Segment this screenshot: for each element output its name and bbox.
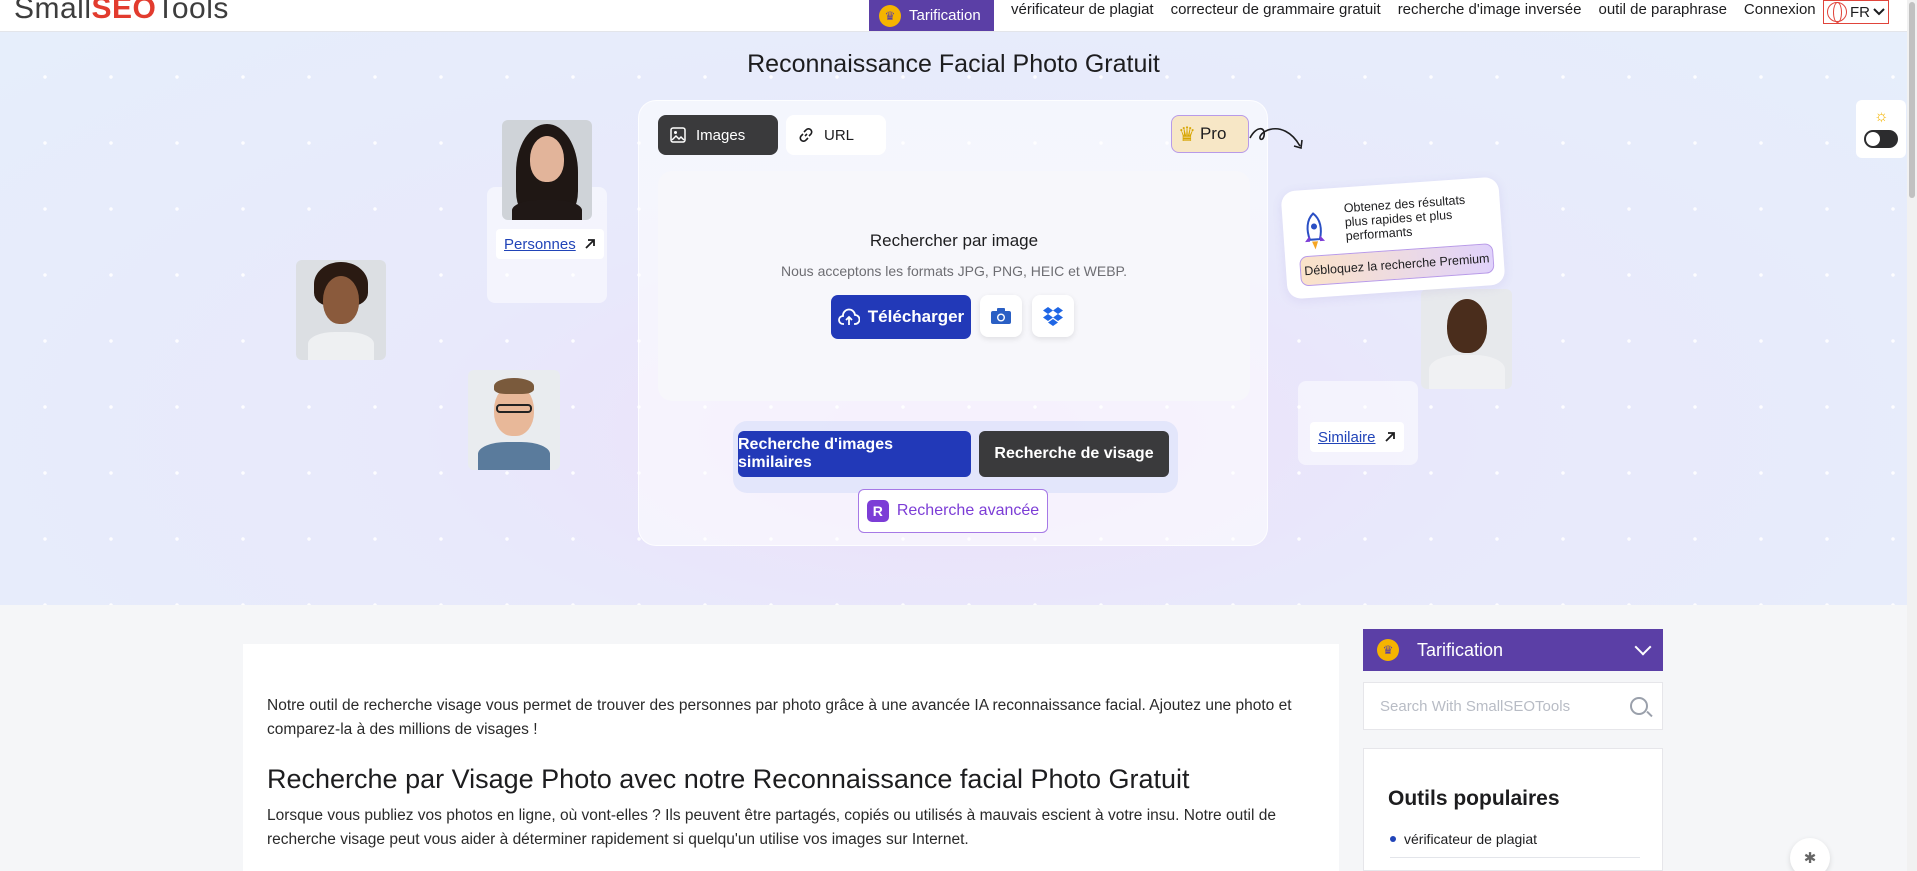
nav-pricing-label: Tarification bbox=[909, 7, 981, 24]
nav-pricing-button[interactable]: ♛ Tarification bbox=[869, 0, 994, 31]
rocket-icon bbox=[1305, 212, 1326, 250]
nav-link-plagiarism[interactable]: vérificateur de plagiat bbox=[1011, 0, 1154, 20]
globe-icon bbox=[1827, 2, 1847, 23]
arrow-up-right-icon bbox=[1384, 432, 1395, 442]
search-icon[interactable] bbox=[1630, 697, 1648, 715]
site-logo[interactable]: SmallSEOTools bbox=[14, 0, 229, 26]
promo-text: Obtenez des résultats plus rapides et pl… bbox=[1343, 192, 1466, 244]
drop-zone-title: Rechercher par image bbox=[869, 231, 1039, 250]
language-code: FR bbox=[1850, 3, 1870, 21]
theme-toggle[interactable]: ☼ bbox=[1856, 100, 1906, 158]
section-heading: Recherche par Visage Photo avec notre Re… bbox=[267, 764, 1190, 794]
advanced-search-button[interactable]: R Recherche avancée bbox=[858, 489, 1048, 533]
dropbox-icon bbox=[1043, 307, 1063, 326]
page-title: Reconnaissance Facial Photo Gratuit bbox=[747, 50, 1160, 78]
bullet-icon bbox=[1390, 836, 1396, 842]
camera-icon bbox=[991, 308, 1011, 324]
sun-icon: ☼ bbox=[1874, 108, 1889, 125]
similar-link[interactable]: Similaire bbox=[1310, 422, 1404, 452]
logo-text-seo: SEO bbox=[91, 0, 157, 25]
sidebar-pricing-dropdown[interactable]: ♛ Tarification bbox=[1363, 629, 1663, 671]
image-drop-zone[interactable]: Rechercher par image Nous acceptons les … bbox=[658, 171, 1250, 401]
chevron-down-icon bbox=[1873, 8, 1885, 16]
scrollbar-thumb[interactable] bbox=[1909, 2, 1915, 198]
advanced-search-label: Recherche avancée bbox=[896, 502, 1040, 519]
crown-icon: ♛ bbox=[1178, 123, 1196, 146]
top-navigation: SmallSEOTools ♛ Tarification vérificateu… bbox=[0, 0, 1907, 32]
cloud-upload-icon bbox=[837, 308, 860, 325]
pro-badge[interactable]: ♛ Pro bbox=[1171, 115, 1249, 153]
tab-images-label: Images bbox=[696, 126, 746, 144]
tab-url-label: URL bbox=[824, 126, 855, 144]
drop-zone-formats: Nous acceptons les formats JPG, PNG, HEI… bbox=[781, 263, 1127, 279]
popular-tool-item[interactable]: vérificateur de plagiat bbox=[1390, 831, 1537, 847]
crown-icon: ♛ bbox=[879, 4, 901, 27]
popular-tools-panel: Outils populaires vérificateur de plagia… bbox=[1363, 748, 1663, 871]
page-scrollbar[interactable] bbox=[1907, 0, 1917, 871]
upload-label: Télécharger bbox=[867, 307, 965, 326]
nav-link-paraphrase[interactable]: outil de paraphrase bbox=[1598, 0, 1726, 20]
advanced-logo-icon: R bbox=[866, 500, 889, 522]
pro-label: Pro bbox=[1199, 124, 1227, 143]
language-selector[interactable]: FR bbox=[1823, 0, 1889, 24]
search-placeholder: Search With SmallSEOTools bbox=[1380, 697, 1571, 715]
dropbox-button[interactable] bbox=[1032, 295, 1074, 337]
premium-promo-card: Obtenez des résultats plus rapides et pl… bbox=[1280, 176, 1506, 300]
persons-link-label: Personnes bbox=[504, 235, 576, 253]
tab-images[interactable]: Images bbox=[658, 115, 778, 155]
woman-photo bbox=[502, 120, 592, 220]
intro-paragraph: Notre outil de recherche visage vous per… bbox=[267, 697, 1292, 738]
hero-section: Reconnaissance Facial Photo Gratuit Pers… bbox=[0, 32, 1907, 605]
image-icon bbox=[670, 127, 686, 143]
search-card: Images URL ♛ Pro Rechercher par image No… bbox=[638, 100, 1268, 546]
bug-report-button[interactable]: ✱ bbox=[1790, 838, 1830, 871]
sidebar-search-input[interactable]: Search With SmallSEOTools bbox=[1363, 682, 1663, 730]
logo-text-small: Small bbox=[14, 0, 92, 25]
tab-url[interactable]: URL bbox=[786, 115, 886, 155]
bug-icon: ✱ bbox=[1803, 850, 1817, 867]
sidebar-pricing-label: Tarification bbox=[1417, 639, 1504, 660]
similar-search-button[interactable]: Recherche d'images similaires bbox=[738, 431, 971, 477]
nav-link-login[interactable]: Connexion bbox=[1744, 0, 1816, 20]
nav-link-grammar[interactable]: correcteur de grammaire gratuit bbox=[1171, 0, 1381, 20]
article-content: Notre outil de recherche visage vous per… bbox=[243, 644, 1339, 871]
popular-tool-label: vérificateur de plagiat bbox=[1404, 831, 1538, 847]
persons-link[interactable]: Personnes bbox=[496, 229, 604, 259]
nav-links: vérificateur de plagiat correcteur de gr… bbox=[1011, 0, 1816, 20]
chevron-down-icon bbox=[1634, 638, 1652, 656]
link-icon bbox=[799, 128, 813, 142]
camera-button[interactable] bbox=[980, 295, 1022, 337]
man-glasses-photo bbox=[468, 370, 560, 470]
divider bbox=[1390, 857, 1640, 858]
man-curly-photo bbox=[296, 260, 386, 360]
upload-button[interactable]: Télécharger bbox=[831, 295, 971, 339]
curved-arrow-icon bbox=[1249, 127, 1303, 150]
similar-link-label: Similaire bbox=[1318, 428, 1376, 446]
nav-link-reverse-image[interactable]: recherche d'image inversée bbox=[1398, 0, 1582, 20]
dark-mode-switch[interactable] bbox=[1864, 130, 1898, 148]
man-smiling-photo bbox=[1421, 289, 1512, 389]
logo-text-tools: Tools bbox=[156, 0, 229, 25]
body-paragraph: Lorsque vous publiez vos photos en ligne… bbox=[267, 807, 1276, 848]
crown-icon: ♛ bbox=[1377, 639, 1399, 661]
popular-tools-title: Outils populaires bbox=[1388, 787, 1560, 810]
face-search-button[interactable]: Recherche de visage bbox=[979, 431, 1169, 477]
arrow-up-right-icon bbox=[585, 239, 595, 249]
